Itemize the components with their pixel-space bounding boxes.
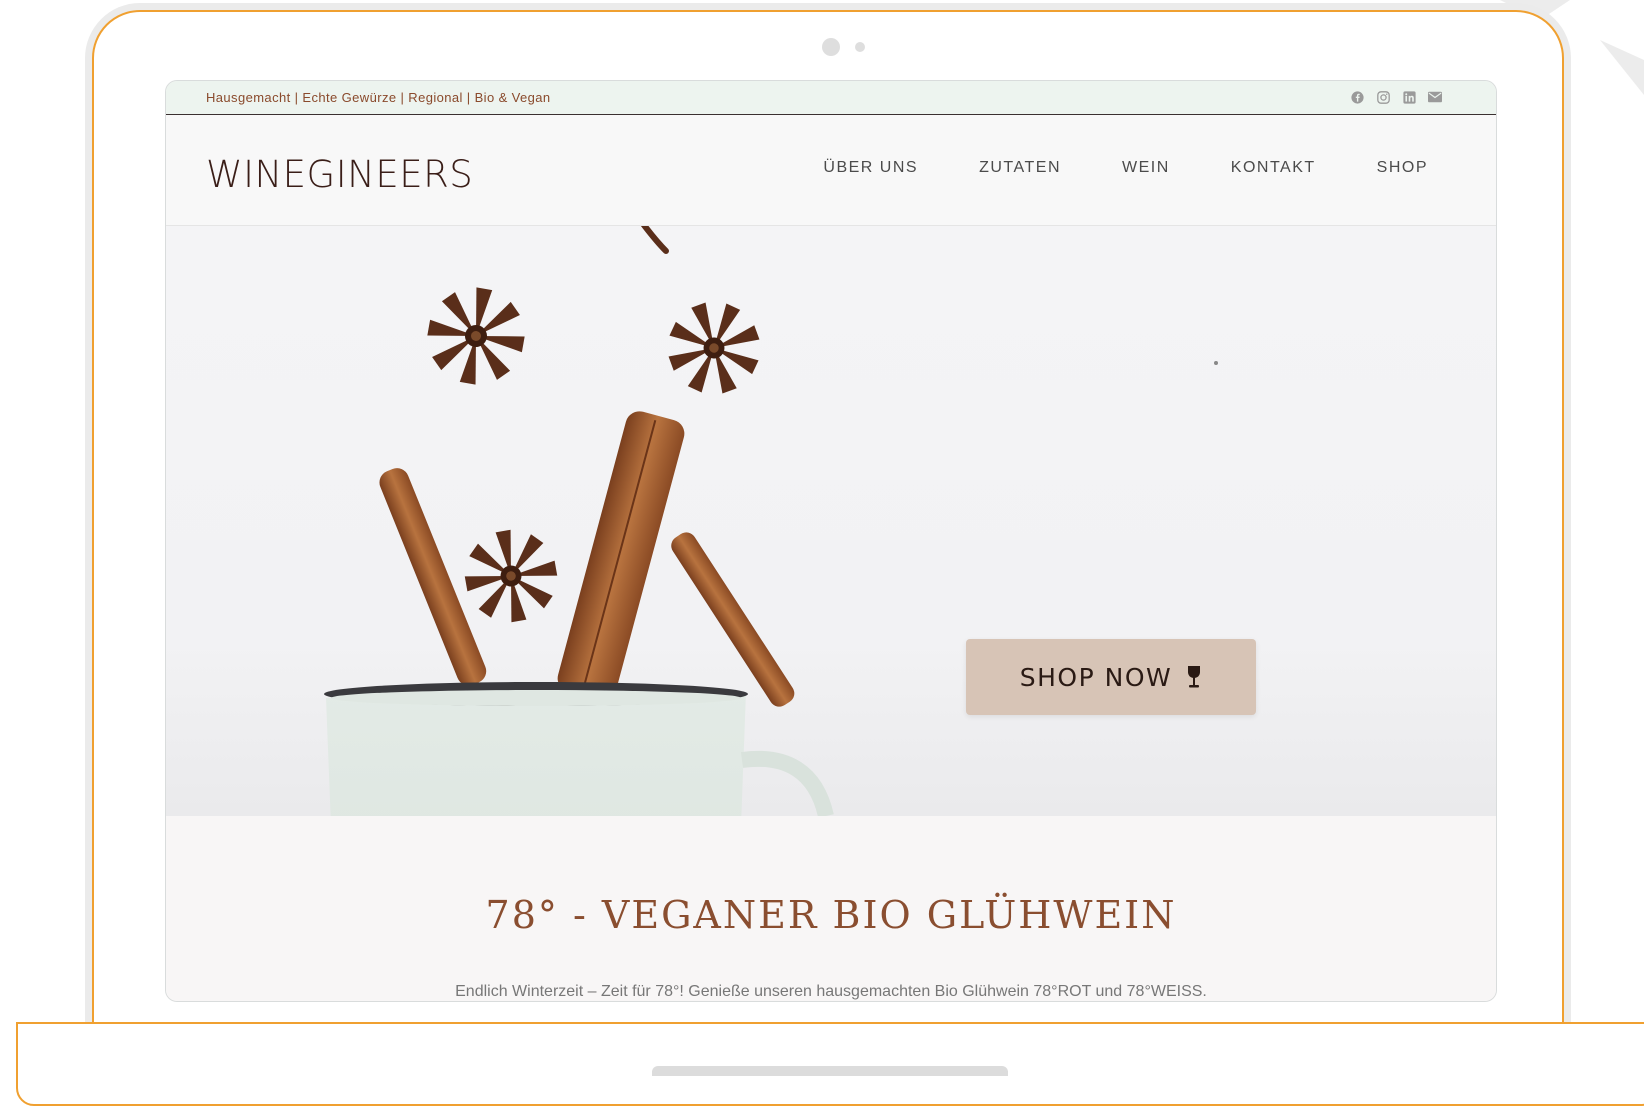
camera-sensor — [855, 42, 865, 52]
instagram-icon[interactable] — [1376, 90, 1390, 104]
main-navigation: ÜBER UNS ZUTATEN WEIN KONTAKT SHOP — [823, 159, 1428, 177]
nav-item-wein[interactable]: WEIN — [1122, 159, 1170, 177]
website-screen: Hausgemacht | Echte Gewürze | Regional |… — [165, 80, 1497, 1002]
section-intro-text: Endlich Winterzeit – Zeit für 78°! Genie… — [455, 983, 1207, 1000]
email-icon[interactable] — [1428, 90, 1442, 104]
hero-image-spices — [324, 226, 1218, 816]
shop-now-label: SHOP NOW — [1019, 662, 1173, 692]
hero-section: SHOP NOW — [166, 226, 1496, 816]
tagline: Hausgemacht | Echte Gewürze | Regional |… — [206, 90, 551, 105]
wine-glass-icon — [1188, 666, 1201, 688]
nav-item-ueber-uns[interactable]: ÜBER UNS — [823, 159, 918, 177]
facebook-icon[interactable] — [1350, 90, 1364, 104]
linkedin-icon[interactable] — [1402, 90, 1416, 104]
site-header: WINEGINEERS ÜBER UNS ZUTATEN WEIN KONTAK… — [166, 115, 1496, 226]
nav-item-shop[interactable]: SHOP — [1377, 159, 1428, 177]
site-logo[interactable]: WINEGINEERS — [206, 153, 473, 196]
shop-now-button[interactable]: SHOP NOW — [966, 639, 1256, 715]
laptop-base — [16, 1022, 1644, 1106]
nav-item-kontakt[interactable]: KONTAKT — [1231, 159, 1316, 177]
laptop-opening-notch — [652, 1066, 1008, 1076]
camera-icon — [822, 38, 840, 56]
social-links — [1350, 90, 1442, 104]
nav-item-zutaten[interactable]: ZUTATEN — [979, 159, 1061, 177]
intro-section: 78° - VEGANER BIO GLÜHWEIN Endlich Winte… — [166, 817, 1496, 1001]
topbar: Hausgemacht | Echte Gewürze | Regional |… — [166, 81, 1496, 115]
section-headline: 78° - VEGANER BIO GLÜHWEIN — [485, 893, 1177, 937]
